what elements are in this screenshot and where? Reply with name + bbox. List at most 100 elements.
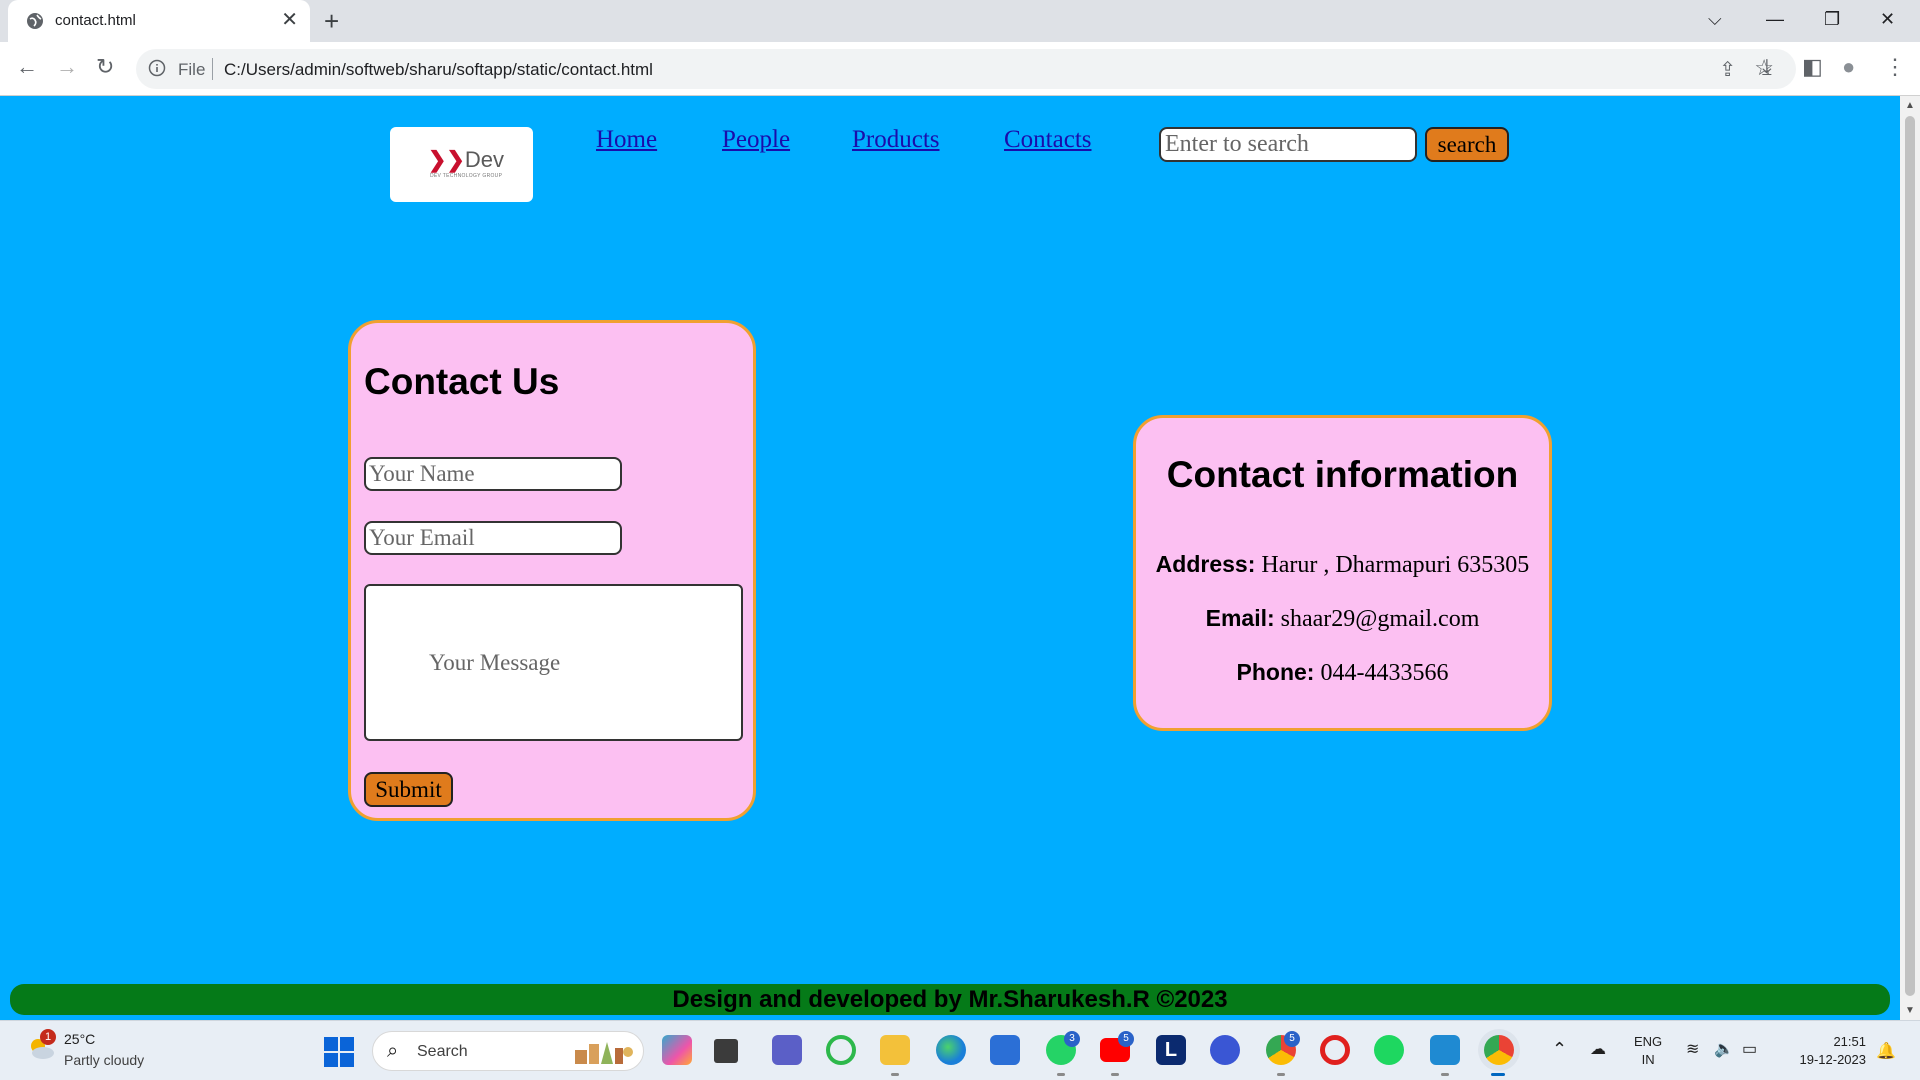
submit-button[interactable]: Submit <box>364 772 453 807</box>
wifi-icon[interactable]: ≋ <box>1686 1039 1699 1059</box>
site-search-input[interactable] <box>1159 127 1417 162</box>
browser-tabstrip: contact.html ✕ + ⌵ — ❐ ✕ <box>0 0 1920 42</box>
phone-label: Phone: <box>1236 659 1315 685</box>
tab-close-icon[interactable]: ✕ <box>281 9 298 31</box>
phone-line: Phone: 044-4433566 <box>1136 659 1549 687</box>
chrome-profile-badge: 5 <box>1284 1031 1300 1047</box>
site-logo[interactable]: ❯❯Dev DEV TECHNOLOGY GROUP <box>390 127 533 202</box>
weather-description[interactable]: Partly cloudy <box>64 1052 144 1068</box>
cloud-sync-icon[interactable]: ☁ <box>1590 1039 1606 1059</box>
page-scrollbar[interactable]: ▲ ▼ <box>1900 96 1920 1020</box>
profile-icon[interactable]: ● <box>1842 53 1855 81</box>
show-hidden-icons-chevron-icon[interactable]: ⌃ <box>1552 1039 1567 1060</box>
new-tab-button[interactable]: + <box>324 6 339 36</box>
email-label: Email: <box>1205 605 1275 631</box>
share-icon[interactable]: ⇪ <box>1719 57 1736 82</box>
search-icon: ⌕ <box>387 1040 399 1062</box>
task-view-icon[interactable] <box>714 1039 738 1063</box>
address-bar[interactable]: File C:/Users/admin/softweb/sharu/softap… <box>136 49 1796 89</box>
site-search-button[interactable]: search <box>1425 127 1509 162</box>
tab-title: contact.html <box>55 12 136 29</box>
store-icon[interactable] <box>990 1035 1020 1065</box>
sync-app-icon[interactable] <box>826 1035 856 1065</box>
contact-form-title: Contact Us <box>364 361 560 402</box>
teams-icon[interactable] <box>772 1035 802 1065</box>
address-url[interactable]: C:/Users/admin/softweb/sharu/softapp/sta… <box>224 60 653 80</box>
opera-icon[interactable] <box>1320 1035 1350 1065</box>
address-scheme: File <box>178 60 206 79</box>
download-icon[interactable]: ⤓ <box>1762 53 1772 81</box>
youtube-running-dot <box>1111 1073 1119 1076</box>
message-textarea[interactable]: Your Message <box>364 584 743 741</box>
contact-info-card: Contact information Address: Harur , Dha… <box>1133 415 1552 731</box>
email-value: shaar29@gmail.com <box>1280 606 1480 632</box>
search-highlight-art-icon <box>575 1042 633 1064</box>
phone-value: 044-4433566 <box>1320 660 1449 686</box>
logo-tagline: DEV TECHNOLOGY GROUP <box>430 173 503 179</box>
name-field[interactable] <box>364 457 622 491</box>
contact-info-title: Contact information <box>1166 454 1519 495</box>
email-field[interactable] <box>364 521 622 555</box>
tab-contact[interactable]: contact.html ✕ <box>8 0 310 42</box>
chrome-active-indicator <box>1491 1073 1505 1076</box>
file-explorer-icon[interactable] <box>880 1035 910 1065</box>
nav-link-people[interactable]: People <box>722 126 790 154</box>
address-value: Harur , Dharmapuri 635305 <box>1261 552 1530 578</box>
notification-bell-icon[interactable]: 🔔 <box>1876 1041 1896 1061</box>
restore-button[interactable]: ❐ <box>1824 6 1840 32</box>
vscode-running-dot <box>1441 1073 1449 1076</box>
l-app-icon[interactable]: L <box>1156 1035 1186 1065</box>
scroll-down-icon[interactable]: ▼ <box>1905 1005 1915 1016</box>
info-icon[interactable] <box>148 59 166 77</box>
menu-icon[interactable]: ⋮ <box>1884 53 1906 81</box>
reload-button[interactable]: ↻ <box>96 53 114 81</box>
globe-icon <box>27 13 43 29</box>
nav-link-contacts[interactable]: Contacts <box>1004 126 1092 154</box>
file-explorer-running-dot <box>891 1073 899 1076</box>
site-footer: Design and developed by Mr.Sharukesh.R ©… <box>10 984 1890 1015</box>
edge-icon[interactable] <box>936 1035 966 1065</box>
side-panel-icon[interactable]: ◧ <box>1802 53 1823 81</box>
tab-search-chevron-icon[interactable]: ⌵ <box>1708 6 1722 32</box>
youtube-badge: 5 <box>1118 1031 1134 1047</box>
chrome-profile-running-dot <box>1277 1073 1285 1076</box>
clock-date: 19-12-2023 <box>1799 1052 1867 1067</box>
close-window-button[interactable]: ✕ <box>1880 6 1895 32</box>
windows-taskbar: 1 25°C Partly cloudy ⌕ Search 3 5 L 5 ⌃ … <box>0 1020 1920 1080</box>
language-indicator[interactable]: ENG IN <box>1634 1033 1662 1069</box>
copilot-icon[interactable] <box>662 1035 692 1065</box>
language-code: ENG <box>1634 1034 1663 1049</box>
taskbar-search-box[interactable]: ⌕ Search <box>372 1031 644 1071</box>
contact-form-card: Contact Us Your Message Submit <box>348 320 756 821</box>
page-viewport: ❯❯Dev DEV TECHNOLOGY GROUP Home People P… <box>0 96 1900 1020</box>
weather-temperature[interactable]: 25°C <box>64 1031 95 1047</box>
nav-link-home[interactable]: Home <box>596 126 657 154</box>
chrome-icon[interactable] <box>1484 1035 1514 1065</box>
weather-badge: 1 <box>40 1029 56 1045</box>
scrollbar-thumb[interactable] <box>1905 116 1915 996</box>
back-button[interactable]: ← <box>16 53 38 81</box>
logo-mark: ❯❯Dev <box>428 147 504 172</box>
email-line: Email: shaar29@gmail.com <box>1136 605 1549 633</box>
nav-link-products[interactable]: Products <box>852 126 940 154</box>
clock-time: 21:51 <box>1833 1034 1866 1049</box>
arc-app-icon[interactable] <box>1210 1035 1240 1065</box>
volume-icon[interactable]: 🔈 <box>1714 1039 1734 1059</box>
address-line: Address: Harur , Dharmapuri 635305 <box>1136 551 1549 579</box>
system-clock[interactable]: 21:51 19-12-2023 <box>1784 1033 1867 1069</box>
scroll-up-icon[interactable]: ▲ <box>1905 100 1915 111</box>
windows-start-icon[interactable] <box>324 1037 354 1067</box>
footer-text: Design and developed by Mr.Sharukesh.R ©… <box>672 986 1228 1013</box>
forward-button[interactable]: → <box>56 53 78 81</box>
battery-icon[interactable]: ▭ <box>1742 1039 1757 1059</box>
message-placeholder: Your Message <box>429 650 561 675</box>
whatsapp-badge: 3 <box>1064 1031 1080 1047</box>
address-separator <box>212 58 213 80</box>
whatsapp-running-dot <box>1057 1073 1065 1076</box>
minimize-button[interactable]: — <box>1766 6 1784 32</box>
language-region: IN <box>1641 1052 1655 1067</box>
address-label: Address: <box>1155 551 1256 577</box>
browser-toolbar: ← → ↻ File C:/Users/admin/softweb/sharu/… <box>0 42 1920 96</box>
vscode-icon[interactable] <box>1430 1035 1460 1065</box>
spotify-icon[interactable] <box>1374 1035 1404 1065</box>
